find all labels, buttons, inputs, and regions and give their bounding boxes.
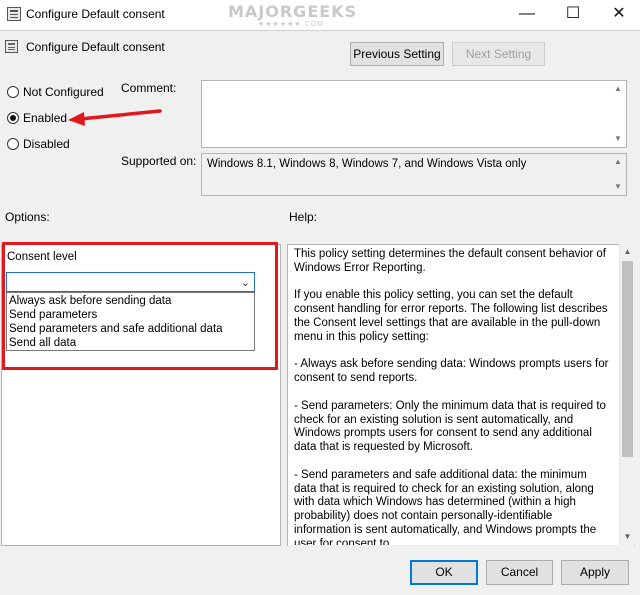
scroll-thumb[interactable] [622, 261, 633, 457]
options-label: Options: [5, 210, 50, 224]
radio-disabled[interactable] [7, 138, 19, 150]
help-paragraph: - Always ask before sending data: Window… [294, 358, 609, 385]
help-text: This policy setting determines the defau… [294, 248, 612, 565]
apply-button[interactable]: Apply [561, 560, 629, 585]
maximize-button[interactable]: ☐ [550, 0, 596, 30]
supported-on-value: Windows 8.1, Windows 8, Windows 7, and W… [207, 158, 527, 170]
policy-setting-icon [5, 40, 18, 53]
supported-on-label: Supported on: [121, 154, 197, 168]
watermark-stars: ★★★★★★.COM [258, 21, 324, 28]
help-clip [288, 545, 634, 557]
help-paragraph: - Send parameters: Only the minimum data… [294, 399, 606, 454]
radio-label-enabled: Enabled [23, 111, 68, 125]
help-paragraph: If you enable this policy setting, you c… [294, 289, 608, 343]
next-setting-button[interactable]: Next Setting [452, 42, 545, 66]
policy-title: Configure Default consent [26, 40, 165, 54]
help-paragraph: - Send parameters and safe additional da… [294, 468, 597, 550]
watermark-logo: MAJORGEEKS [228, 2, 358, 21]
annotation-arrow [68, 109, 162, 126]
policy-window-icon [7, 7, 21, 21]
supported-on-box: Windows 8.1, Windows 8, Windows 7, and W… [201, 153, 627, 196]
comment-scroll-down-icon[interactable]: ▼ [611, 132, 625, 146]
radio-label-not-configured: Not Configured [23, 85, 104, 99]
help-paragraph: This policy setting determines the defau… [294, 248, 606, 274]
supported-scroll-down-icon[interactable]: ▼ [611, 180, 625, 194]
scroll-down-icon[interactable]: ▼ [620, 529, 635, 545]
annotation-highlight-box [2, 242, 278, 370]
close-button[interactable]: ✕ [596, 0, 640, 30]
title-divider [0, 30, 640, 31]
supported-scroll-up-icon[interactable]: ▲ [611, 155, 625, 169]
previous-setting-button[interactable]: Previous Setting [350, 42, 444, 66]
cancel-button[interactable]: Cancel [486, 560, 553, 585]
scroll-up-icon[interactable]: ▲ [620, 244, 635, 260]
minimize-button[interactable]: — [504, 0, 550, 30]
radio-not-configured[interactable] [7, 86, 19, 98]
radio-enabled[interactable] [7, 112, 19, 124]
ok-button[interactable]: OK [410, 560, 478, 585]
radio-label-disabled: Disabled [23, 137, 70, 151]
comment-scroll-up-icon[interactable]: ▲ [611, 82, 625, 96]
comment-label: Comment: [121, 81, 177, 95]
comment-textbox[interactable]: ▲ ▼ [201, 80, 627, 148]
window-title: Configure Default consent [26, 7, 165, 21]
help-label: Help: [289, 210, 318, 224]
help-scrollbar[interactable]: ▲ ▼ [619, 244, 635, 545]
